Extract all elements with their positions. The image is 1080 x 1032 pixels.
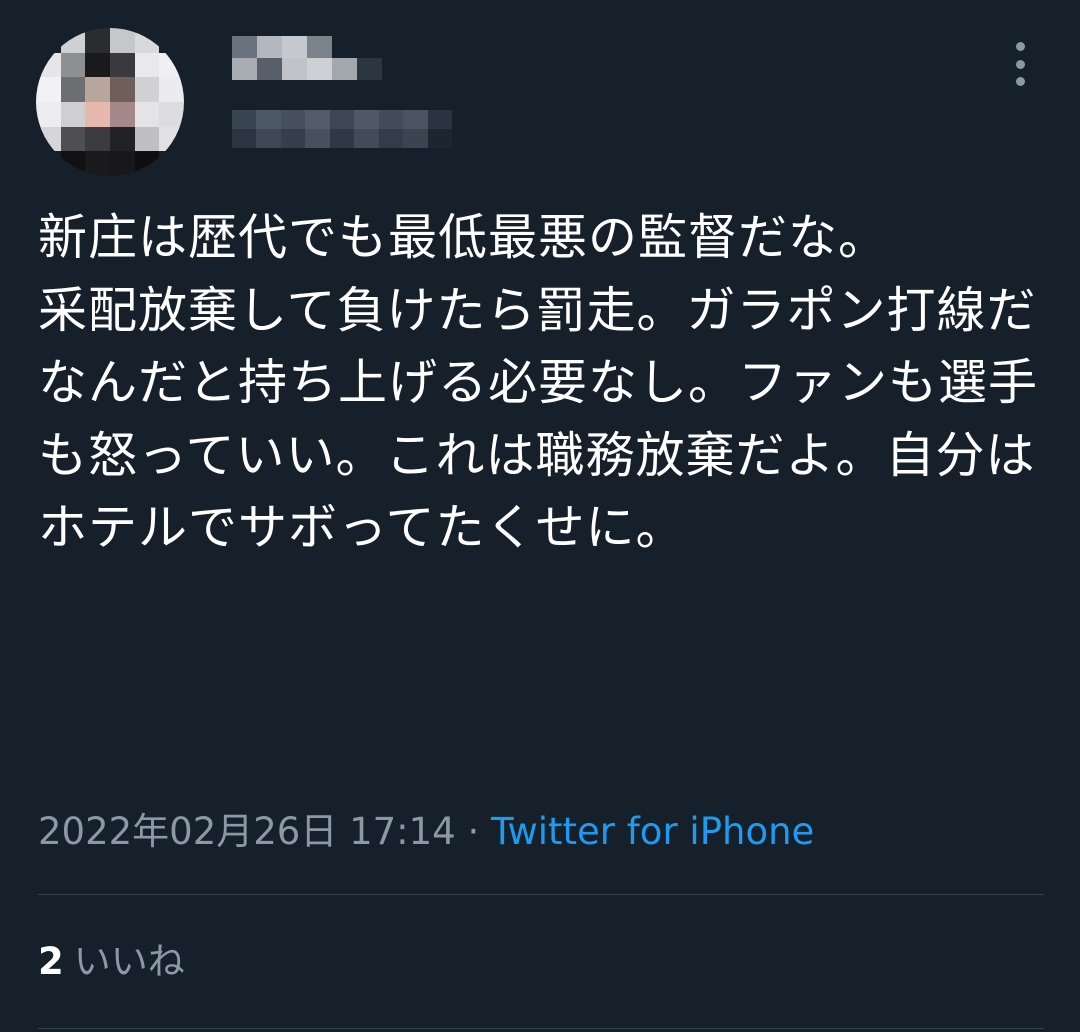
source-link[interactable]: Twitter for iPhone: [491, 810, 814, 853]
handle-redacted[interactable]: [232, 110, 452, 148]
more-vertical-icon[interactable]: [1008, 42, 1032, 86]
tweet-text: 新庄は歴代でも最低最悪の監督だな。 采配放棄して負けたら罰走。ガラポン打線だなん…: [38, 209, 1039, 556]
likes-label: いいね: [73, 940, 185, 983]
divider: [38, 894, 1044, 895]
display-name-redacted[interactable]: [232, 36, 382, 80]
timestamp[interactable]: 2022年02月26日 17:14: [38, 810, 456, 853]
tweet-meta: 2022年02月26日 17:14 · Twitter for iPhone: [38, 806, 814, 858]
tweet-detail: 新庄は歴代でも最低最悪の監督だな。 采配放棄して負けたら罰走。ガラポン打線だなん…: [0, 0, 1080, 1032]
likes-count: 2: [38, 940, 64, 983]
divider-bottom: [38, 1028, 1044, 1029]
avatar[interactable]: [36, 28, 184, 176]
likes-stat[interactable]: 2 いいね: [38, 936, 185, 988]
meta-separator: ·: [455, 810, 492, 853]
